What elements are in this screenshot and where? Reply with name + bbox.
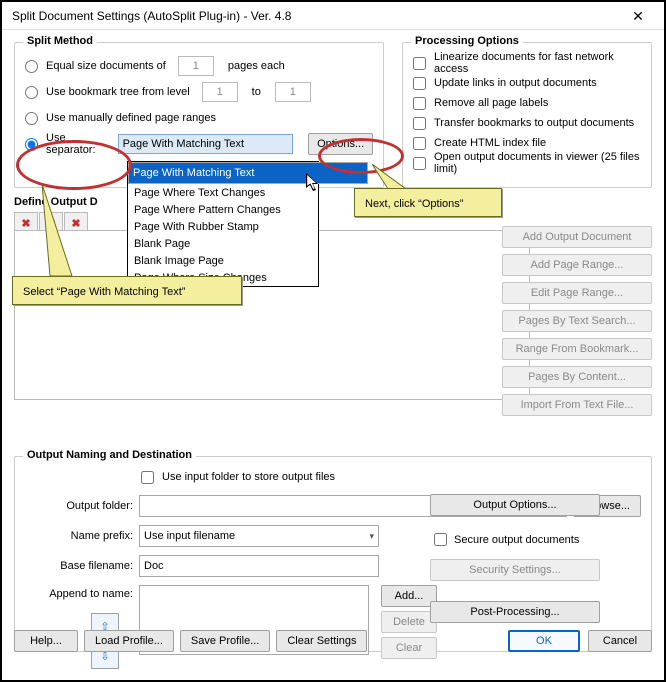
side-button-column: Add Output Document Add Page Range... Ed… bbox=[502, 226, 652, 416]
radio-manual-ranges[interactable] bbox=[25, 112, 38, 125]
label-append: Append to name: bbox=[25, 585, 133, 600]
callout-tail-select bbox=[42, 184, 82, 283]
dropdown-item-pattern-changes[interactable]: Page Where Pattern Changes bbox=[128, 201, 318, 218]
separator-dropdown[interactable]: Page With Matching Text Page Where Text … bbox=[127, 161, 319, 287]
label-base-filename: Base filename: bbox=[25, 560, 133, 572]
group-title-processing: Processing Options bbox=[411, 35, 523, 47]
mouse-cursor-icon bbox=[306, 173, 322, 198]
window-title: Split Document Settings (AutoSplit Plug-… bbox=[12, 9, 618, 23]
btn-security-settings: Security Settings... bbox=[430, 559, 600, 581]
btn-load-profile[interactable]: Load Profile... bbox=[84, 630, 174, 652]
x-icon: ✖ bbox=[21, 217, 30, 230]
close-icon: ✕ bbox=[632, 9, 644, 23]
select-name-prefix-value: Use input filename bbox=[144, 530, 235, 542]
btn-append-add[interactable]: Add... bbox=[381, 585, 437, 607]
dropdown-item-blank-image[interactable]: Blank Image Page bbox=[128, 252, 318, 269]
btn-cancel[interactable]: Cancel bbox=[588, 630, 652, 652]
label-open-viewer: Open output documents in viewer (25 file… bbox=[434, 151, 641, 175]
input-bm-from[interactable] bbox=[202, 82, 238, 102]
chk-secure-output[interactable] bbox=[434, 533, 447, 546]
btn-pages-by-content: Pages By Content... bbox=[502, 366, 652, 388]
output-right-column: Output Options... Secure output document… bbox=[430, 494, 600, 623]
chk-linearize[interactable] bbox=[413, 57, 426, 70]
dialog-footer: Help... Load Profile... Save Profile... … bbox=[14, 630, 652, 652]
select-name-prefix[interactable]: Use input filename ▾ bbox=[139, 525, 379, 547]
group-processing-options: Processing Options Linearize documents f… bbox=[402, 42, 652, 188]
label-update-links: Update links in output documents bbox=[434, 77, 597, 89]
callout-select: Select “Page With Matching Text” bbox=[12, 276, 242, 305]
chk-use-input-folder[interactable] bbox=[141, 471, 154, 484]
btn-add-output-doc: Add Output Document bbox=[502, 226, 652, 248]
label-pages-each: pages each bbox=[228, 60, 285, 72]
label-linearize: Linearize documents for fast network acc… bbox=[434, 51, 641, 75]
label-equal-size: Equal size documents of bbox=[46, 60, 166, 72]
label-name-prefix: Name prefix: bbox=[25, 530, 133, 542]
separator-combo[interactable]: Page With Matching Text bbox=[118, 134, 293, 154]
label-to: to bbox=[252, 86, 261, 98]
input-base-filename[interactable] bbox=[139, 555, 379, 577]
dialog-content: Split Method Equal size documents of pag… bbox=[2, 30, 664, 662]
label-html-index: Create HTML index file bbox=[434, 137, 546, 149]
chk-remove-labels[interactable] bbox=[413, 97, 426, 110]
btn-pages-text-search: Pages By Text Search... bbox=[502, 310, 652, 332]
close-button[interactable]: ✕ bbox=[618, 5, 658, 27]
btn-help[interactable]: Help... bbox=[14, 630, 78, 652]
separator-combo-value: Page With Matching Text bbox=[123, 138, 244, 150]
chevron-down-icon: ▾ bbox=[369, 531, 374, 542]
label-use-input-folder: Use input folder to store output files bbox=[162, 471, 335, 483]
btn-save-profile[interactable]: Save Profile... bbox=[180, 630, 270, 652]
btn-edit-page-range: Edit Page Range... bbox=[502, 282, 652, 304]
dropdown-item-text-changes[interactable]: Page Where Text Changes bbox=[128, 184, 318, 201]
label-remove-labels: Remove all page labels bbox=[434, 97, 548, 109]
chk-html-index[interactable] bbox=[413, 137, 426, 150]
annotation-ring-separator bbox=[16, 140, 132, 190]
btn-import-text-file: Import From Text File... bbox=[502, 394, 652, 416]
chk-open-viewer[interactable] bbox=[413, 157, 426, 170]
label-secure-output: Secure output documents bbox=[454, 534, 579, 546]
label-output-folder: Output folder: bbox=[25, 500, 133, 512]
group-title-output: Output Naming and Destination bbox=[23, 449, 196, 461]
radio-row-equal-size: Equal size documents of pages each bbox=[25, 53, 373, 79]
chk-update-links[interactable] bbox=[413, 77, 426, 90]
dropdown-item-blank-page[interactable]: Blank Page bbox=[128, 235, 318, 252]
radio-bookmark-tree[interactable] bbox=[25, 86, 38, 99]
btn-clear-settings[interactable]: Clear Settings bbox=[276, 630, 367, 652]
radio-row-bookmark: Use bookmark tree from level to bbox=[25, 79, 373, 105]
label-transfer-bookmarks: Transfer bookmarks to output documents bbox=[434, 117, 634, 129]
btn-add-page-range: Add Page Range... bbox=[502, 254, 652, 276]
group-title-split-method: Split Method bbox=[23, 35, 97, 47]
input-equal-pages[interactable] bbox=[178, 56, 214, 76]
label-bookmark-tree: Use bookmark tree from level bbox=[46, 86, 190, 98]
btn-post-processing[interactable]: Post-Processing... bbox=[430, 601, 600, 623]
input-bm-to[interactable] bbox=[275, 82, 311, 102]
dropdown-item-rubber-stamp[interactable]: Page With Rubber Stamp bbox=[128, 218, 318, 235]
btn-ok[interactable]: OK bbox=[508, 630, 580, 652]
btn-range-from-bookmark: Range From Bookmark... bbox=[502, 338, 652, 360]
titlebar: Split Document Settings (AutoSplit Plug-… bbox=[2, 2, 664, 30]
btn-output-options[interactable]: Output Options... bbox=[430, 494, 600, 516]
chk-transfer-bookmarks[interactable] bbox=[413, 117, 426, 130]
radio-row-manual: Use manually defined page ranges bbox=[25, 105, 373, 131]
radio-equal-size[interactable] bbox=[25, 60, 38, 73]
label-manual-ranges: Use manually defined page ranges bbox=[46, 112, 216, 124]
callout-options: Next, click “Options” bbox=[354, 188, 502, 217]
label-define-output: Define Output D bbox=[14, 196, 652, 208]
dialog-window: Split Document Settings (AutoSplit Plug-… bbox=[0, 0, 666, 682]
